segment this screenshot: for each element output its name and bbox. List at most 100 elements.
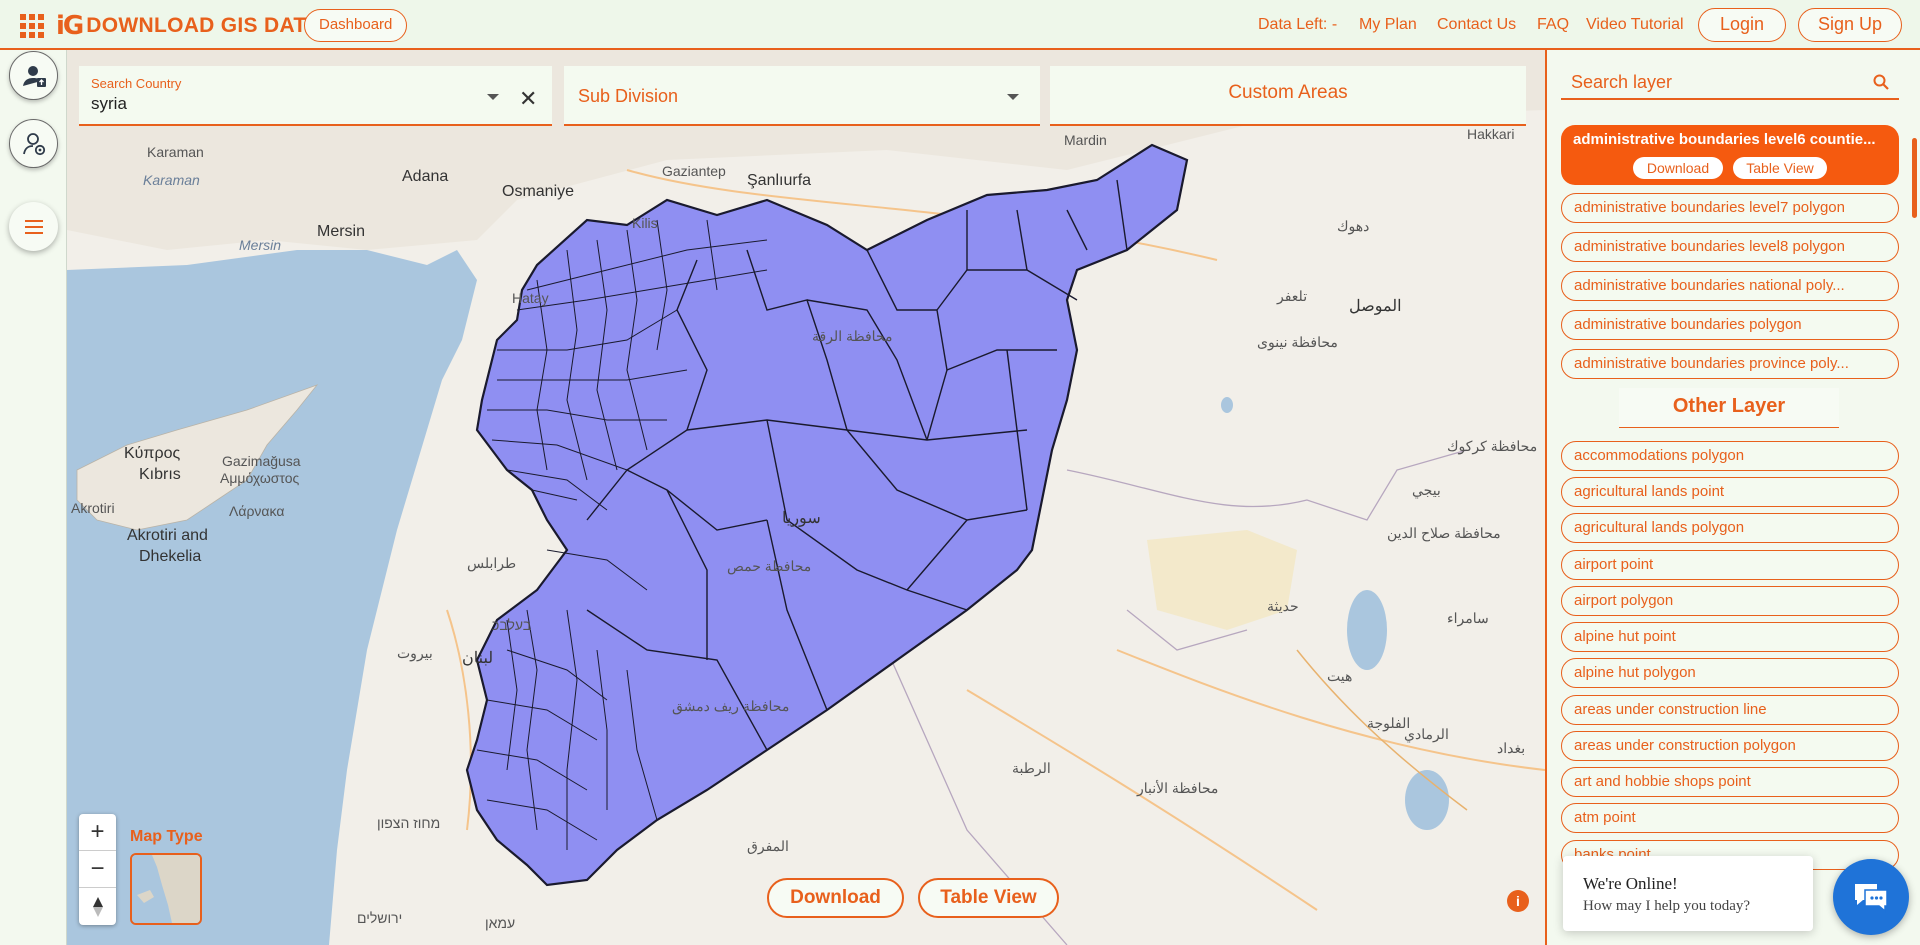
map-label: Kilis xyxy=(632,215,658,231)
map-label: الرطبة xyxy=(1012,760,1051,776)
map-label: لبنان xyxy=(462,650,494,667)
clear-country-icon[interactable]: ✕ xyxy=(519,86,537,112)
map-label: ירושלים xyxy=(357,910,403,926)
map-label: محافظة ريف دمشق xyxy=(672,698,790,714)
map-label: Gazimağusa xyxy=(222,453,301,469)
map-label: محافظة حمص xyxy=(727,558,812,574)
layer-item[interactable]: atm point xyxy=(1561,803,1899,833)
custom-areas-button[interactable]: Custom Areas xyxy=(1050,66,1526,126)
map-label: Şanlıurfa xyxy=(747,172,812,189)
data-left-indicator: Data Left: - xyxy=(1258,16,1338,33)
map-label: מחוז הצפון xyxy=(377,815,441,831)
country-dropdown-icon[interactable] xyxy=(487,94,499,100)
search-country-label: Search Country xyxy=(91,76,182,91)
map-label: بيجي xyxy=(1412,482,1441,498)
layer-item[interactable]: administrative boundaries national poly.… xyxy=(1561,271,1899,301)
map-label: Αμμόχωστος xyxy=(220,470,300,486)
map-label: دهوك xyxy=(1337,218,1370,234)
subdivision-dropdown-icon[interactable] xyxy=(1007,94,1019,100)
map-label: محافظة صلاح الدين xyxy=(1387,525,1501,541)
layer-item[interactable]: areas under construction polygon xyxy=(1561,731,1899,761)
user-upload-icon xyxy=(22,65,46,87)
apps-grid-icon[interactable] xyxy=(20,14,44,38)
hamburger-menu-icon xyxy=(24,219,43,234)
map-label: בעלבכ xyxy=(492,617,532,633)
map-label: بيروت xyxy=(397,645,433,661)
layer-download-button[interactable]: Download xyxy=(1633,157,1723,179)
map-label: Gaziantep xyxy=(662,163,726,179)
map-label: المفرق xyxy=(747,838,789,854)
map-label: محافظة الرقة xyxy=(812,328,893,344)
active-layer-title: administrative boundaries level6 countie… xyxy=(1573,131,1876,148)
map-label: Akrotiri xyxy=(71,500,115,516)
layer-item[interactable]: administrative boundaries polygon xyxy=(1561,310,1899,340)
layer-item[interactable]: airport point xyxy=(1561,550,1899,580)
map-label: Dhekelia xyxy=(139,548,202,565)
layer-table-view-button[interactable]: Table View xyxy=(1733,157,1827,179)
faq-link[interactable]: FAQ xyxy=(1537,16,1569,34)
map-label: Hatay xyxy=(512,290,549,306)
dashboard-button[interactable]: Dashboard xyxy=(304,9,408,42)
map-label: Karaman xyxy=(143,172,200,188)
layer-item[interactable]: alpine hut point xyxy=(1561,622,1899,652)
layer-item[interactable]: agricultural lands point xyxy=(1561,477,1899,507)
user-upload-button[interactable] xyxy=(9,51,58,100)
layer-item[interactable]: alpine hut polygon xyxy=(1561,658,1899,688)
map-label: الموصل xyxy=(1349,298,1402,315)
zoom-out-button[interactable]: − xyxy=(79,851,116,888)
chat-greeting-bubble[interactable]: We're Online! How may I help you today? xyxy=(1563,856,1813,931)
custom-areas-label: Custom Areas xyxy=(1228,82,1348,103)
left-rail xyxy=(0,50,67,945)
map-label: الرمادي xyxy=(1404,726,1449,742)
layer-item[interactable]: areas under construction line xyxy=(1561,695,1899,725)
map-type-thumbnail[interactable] xyxy=(130,853,202,925)
layer-item[interactable]: administrative boundaries level7 polygon xyxy=(1561,193,1899,223)
map-label: Karaman xyxy=(147,144,204,160)
login-button[interactable]: Login xyxy=(1698,8,1786,42)
search-icon[interactable] xyxy=(1873,74,1889,90)
layer-item[interactable]: agricultural lands polygon xyxy=(1561,513,1899,543)
layer-search-input[interactable]: Search layer xyxy=(1561,62,1899,100)
layer-item[interactable]: administrative boundaries level8 polygon xyxy=(1561,232,1899,262)
user-settings-button[interactable] xyxy=(9,119,58,168)
info-icon[interactable]: i xyxy=(1507,890,1529,912)
layer-item[interactable]: administrative boundaries province poly.… xyxy=(1561,349,1899,379)
map-label: محافظة كركوك xyxy=(1447,438,1538,454)
map-label: تلعفر xyxy=(1277,288,1308,304)
chat-launcher-button[interactable] xyxy=(1833,859,1909,935)
map-label: Κύπρος xyxy=(124,445,181,462)
layer-item[interactable]: accommodations polygon xyxy=(1561,441,1899,471)
map-label: Osmaniye xyxy=(502,183,575,200)
user-settings-icon xyxy=(22,132,45,155)
map-table-view-button[interactable]: Table View xyxy=(918,878,1059,918)
map-label: Λάρνακα xyxy=(229,503,285,519)
map-label: Adana xyxy=(402,168,449,185)
sub-division-select[interactable]: Sub Division xyxy=(564,66,1040,126)
layer-search-placeholder: Search layer xyxy=(1571,72,1673,92)
sign-up-button[interactable]: Sign Up xyxy=(1798,8,1902,42)
map-label: Hakkari xyxy=(1467,126,1515,142)
map-type-label: Map Type xyxy=(130,828,203,845)
chat-line-1: We're Online! xyxy=(1583,874,1678,893)
map-canvas[interactable]: Adana Osmaniye Şanlıurfa Mersin Karaman … xyxy=(67,50,1545,945)
map-label: بغداد xyxy=(1497,740,1526,756)
layer-panel-scrollbar[interactable] xyxy=(1912,138,1917,218)
compass-icon xyxy=(92,896,103,917)
search-country-value[interactable]: syria xyxy=(91,94,127,114)
map-label: Mersin xyxy=(317,223,366,240)
active-layer-card[interactable]: administrative boundaries level6 countie… xyxy=(1561,125,1899,185)
contact-us-link[interactable]: Contact Us xyxy=(1437,16,1516,34)
zoom-control: + − xyxy=(79,814,116,925)
search-country-field[interactable]: Search Country syria ✕ xyxy=(79,66,552,126)
menu-button[interactable] xyxy=(9,202,58,251)
map-label: Mersin xyxy=(239,237,282,253)
my-plan-link[interactable]: My Plan xyxy=(1359,16,1417,34)
layer-item[interactable]: airport polygon xyxy=(1561,586,1899,616)
map-download-button[interactable]: Download xyxy=(767,878,904,918)
zoom-in-button[interactable]: + xyxy=(79,814,116,851)
site-logo[interactable]: iG DOWNLOAD GIS DATA xyxy=(56,9,320,43)
reset-north-button[interactable] xyxy=(79,888,116,925)
map-label: Akrotiri and xyxy=(127,527,208,544)
layer-item[interactable]: art and hobbie shops point xyxy=(1561,767,1899,797)
video-tutorial-link[interactable]: Video Tutorial xyxy=(1586,16,1684,34)
